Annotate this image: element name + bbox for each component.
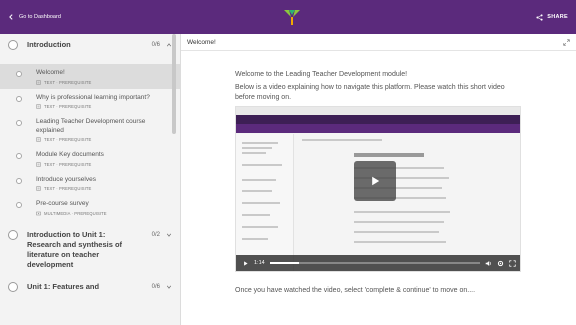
video-time: 1:14 <box>254 260 265 266</box>
lesson-module-key-documents[interactable]: Module Key documents TEXT · PREREQUISITE <box>0 146 180 171</box>
document-icon <box>36 137 41 142</box>
brand-logo-icon <box>284 10 300 25</box>
share-label: SHARE <box>547 14 568 20</box>
course-sidebar: Introduction 0/6 Welcome! TEXT · PREREQU… <box>0 34 181 325</box>
lesson-meta: MULTIMEDIA · PREREQUISITE <box>44 210 107 216</box>
lesson-meta: TEXT · PREREQUISITE <box>44 186 92 191</box>
lesson-status-dot <box>16 95 22 102</box>
play-button[interactable] <box>354 161 396 201</box>
multimedia-icon <box>36 211 41 215</box>
go-to-dashboard-label: Go to Dashboard <box>19 14 61 20</box>
lesson-meta: TEXT · PREREQUISITE <box>44 104 92 109</box>
chevron-down-icon[interactable] <box>166 284 172 290</box>
document-icon <box>36 104 41 109</box>
lesson-text: Welcome to the Leading Teacher Developme… <box>235 70 525 103</box>
lesson-meta: TEXT · PREREQUISITE <box>44 137 92 142</box>
settings-gear-icon[interactable] <box>497 260 504 267</box>
lesson-status-dot <box>16 153 22 159</box>
go-to-dashboard-link[interactable]: Go to Dashboard <box>8 14 61 20</box>
section-count: 0/6 <box>151 42 160 48</box>
chevron-down-icon[interactable] <box>166 232 172 238</box>
section-progress-circle <box>8 229 18 240</box>
section-count: 0/6 <box>151 283 160 290</box>
play-icon <box>372 176 380 186</box>
document-icon <box>36 161 41 167</box>
lesson-pre-course-survey[interactable]: Pre-course survey MULTIMEDIA · PREREQUIS… <box>0 195 180 220</box>
lesson-meta: TEXT · PREREQUISITE <box>44 79 92 85</box>
top-bar: Go to Dashboard SHARE <box>0 0 576 34</box>
welcome-paragraph: Welcome to the Leading Teacher Developme… <box>235 71 408 78</box>
section-progress-circle <box>8 281 18 292</box>
section-title: Introduction <box>27 40 71 49</box>
video-player[interactable]: 1:14 <box>235 106 521 272</box>
section-progress-circle <box>8 40 18 50</box>
document-icon <box>36 79 41 85</box>
lesson-introduce-yourselves[interactable]: Introduce yourselves TEXT · PREREQUISITE <box>0 171 180 196</box>
section-title: Unit 1: Features and <box>27 281 100 291</box>
video-controls: 1:14 <box>236 255 520 271</box>
lesson-title: Introduce yourselves <box>36 175 96 183</box>
continue-instruction: Once you have watched the video, select … <box>235 287 476 294</box>
lesson-title: Welcome! <box>36 69 65 76</box>
lesson-list: Welcome! TEXT · PREREQUISITE Why is prof… <box>0 64 180 220</box>
lesson-course-explained[interactable]: Leading Teacher Development course expla… <box>0 113 180 146</box>
lesson-status-dot <box>16 120 22 126</box>
lesson-status-dot <box>16 202 22 208</box>
section-introduction[interactable]: Introduction 0/6 <box>0 34 180 64</box>
share-button[interactable]: SHARE <box>536 13 568 21</box>
video-thumbnail-browser-bar <box>236 107 520 115</box>
fullscreen-icon[interactable] <box>509 259 516 267</box>
video-thumbnail-title-bar <box>236 115 520 124</box>
lesson-title: Why is professional learning important? <box>36 93 150 101</box>
lesson-header: Welcome! <box>181 34 576 51</box>
lesson-meta: TEXT · PREREQUISITE <box>44 161 92 167</box>
volume-icon[interactable] <box>485 260 492 267</box>
lesson-status-dot <box>16 177 22 184</box>
section-count: 0/2 <box>151 231 160 238</box>
document-icon <box>36 186 41 191</box>
video-thumbnail-topbar <box>236 124 520 133</box>
video-progress-fill <box>269 262 300 264</box>
play-icon[interactable] <box>242 260 249 267</box>
sidebar-scrollbar[interactable] <box>172 34 176 134</box>
chevron-left-icon <box>9 14 13 20</box>
section-title: Introduction to Unit 1: Research and syn… <box>27 229 123 269</box>
lesson-title: Module Key documents <box>36 151 104 158</box>
lesson-status-dot <box>16 71 22 77</box>
instruction-paragraph: Below is a video explaining how to navig… <box>235 84 505 101</box>
section-unit-1-features[interactable]: Unit 1: Features and 0/6 <box>0 274 180 304</box>
video-thumbnail-sidebar <box>236 134 294 271</box>
lesson-welcome[interactable]: Welcome! TEXT · PREREQUISITE <box>0 64 180 89</box>
section-introduction-unit-1[interactable]: Introduction to Unit 1: Research and syn… <box>0 220 180 274</box>
lesson-title: Leading Teacher Development course expla… <box>36 118 146 134</box>
lesson-why-professional-learning[interactable]: Why is professional learning important? … <box>0 89 180 114</box>
lesson-page-title: Welcome! <box>187 38 216 46</box>
video-progress-bar[interactable] <box>269 262 480 264</box>
expand-icon[interactable] <box>563 38 570 46</box>
share-icon <box>536 13 543 21</box>
lesson-content: Welcome! Welcome to the Leading Teacher … <box>181 34 576 325</box>
lesson-title: Pre-course survey <box>36 200 89 207</box>
